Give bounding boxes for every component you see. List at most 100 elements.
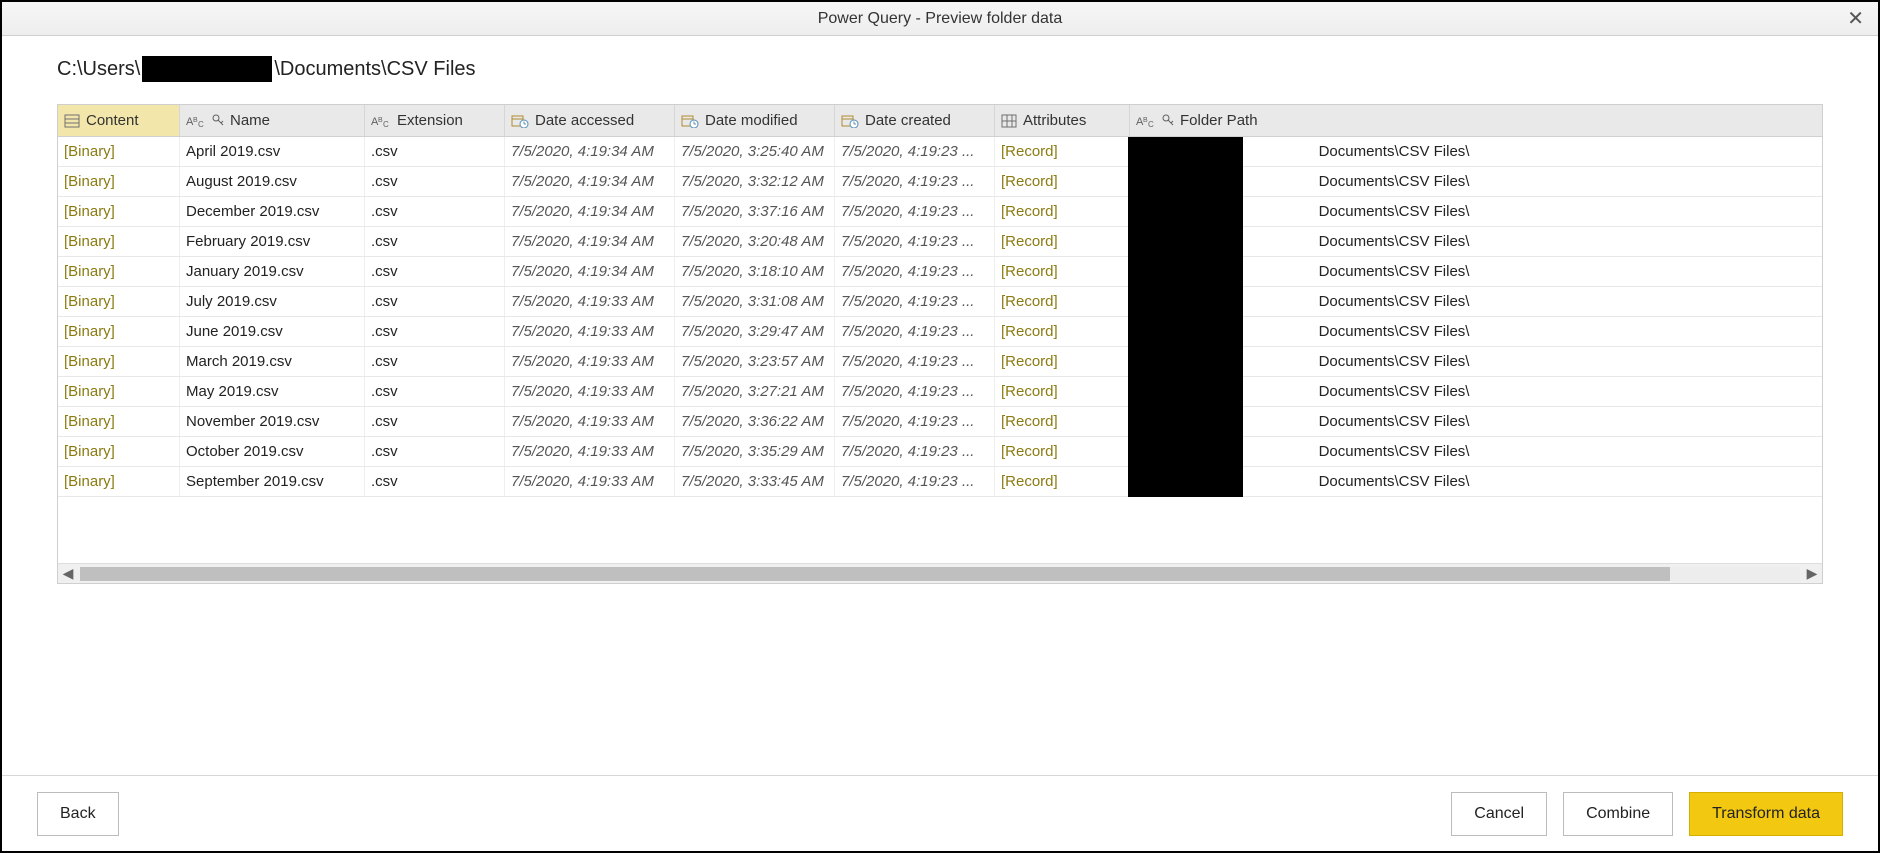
cell-content[interactable]: [Binary]: [58, 347, 180, 376]
cell-extension: .csv: [365, 317, 505, 346]
scroll-left-icon[interactable]: ◀: [58, 565, 78, 582]
key-icon: [212, 114, 224, 128]
combine-button-label: Combine: [1586, 805, 1650, 823]
table-row[interactable]: [Binary]October 2019.csv.csv7/5/2020, 4:…: [58, 437, 1822, 467]
cell-date-modified: 7/5/2020, 3:18:10 AM: [675, 257, 835, 286]
cell-date-created: 7/5/2020, 4:19:23 ...: [835, 227, 995, 256]
table-row[interactable]: [Binary]February 2019.csv.csv7/5/2020, 4…: [58, 227, 1822, 257]
back-button[interactable]: Back: [37, 792, 119, 836]
cell-attributes[interactable]: [Record]: [995, 197, 1130, 226]
column-header-label: Date created: [865, 112, 951, 129]
table-row[interactable]: [Binary]June 2019.csv.csv 7/5/2020, 4:19:…: [58, 317, 1822, 347]
column-header-label: Date accessed: [535, 112, 634, 129]
cell-name: April 2019.csv: [180, 137, 365, 166]
cell-content[interactable]: [Binary]: [58, 287, 180, 316]
table-body: [Binary]April 2019.csv.csv7/5/2020, 4:19…: [58, 137, 1822, 563]
cancel-button-label: Cancel: [1474, 805, 1524, 823]
column-header-date-accessed[interactable]: Date accessed: [505, 105, 675, 136]
close-icon[interactable]: ✕: [1843, 6, 1868, 31]
scrollbar-track[interactable]: [80, 567, 1800, 581]
cell-date-accessed: 7/5/2020, 4:19:33 AM: [505, 347, 675, 376]
table-row[interactable]: [Binary]July 2019.csv.csv7/5/2020, 4:19:…: [58, 287, 1822, 317]
path-suffix: \Documents\CSV Files: [274, 58, 475, 81]
cell-content[interactable]: [Binary]: [58, 257, 180, 286]
record-type-icon: [1001, 114, 1017, 128]
cell-attributes[interactable]: [Record]: [995, 467, 1130, 496]
cell-content[interactable]: [Binary]: [58, 437, 180, 466]
cell-date-modified: 7/5/2020, 3:23:57 AM: [675, 347, 835, 376]
cell-date-accessed: 7/5/2020, 4:19:34 AM: [505, 227, 675, 256]
cancel-button[interactable]: Cancel: [1451, 792, 1547, 836]
cell-content[interactable]: [Binary]: [58, 467, 180, 496]
cell-attributes[interactable]: [Record]: [995, 407, 1130, 436]
table-row[interactable]: [Binary]March 2019.csv.csv7/5/2020, 4:19…: [58, 347, 1822, 377]
dialog-window: Power Query - Preview folder data ✕ C:\U…: [0, 0, 1880, 853]
cell-name: June 2019.csv: [180, 317, 365, 346]
table-row[interactable]: [Binary]January 2019.csv.csv7/5/2020, 4:…: [58, 257, 1822, 287]
cell-attributes[interactable]: [Record]: [995, 287, 1130, 316]
cell-date-accessed: 7/5/2020, 4:19:33 AM: [505, 287, 675, 316]
table-row[interactable]: [Binary]April 2019.csv.csv7/5/2020, 4:19…: [58, 137, 1822, 167]
column-header-folder-path[interactable]: ABC Folder Path: [1130, 105, 1500, 136]
column-header-attributes[interactable]: Attributes: [995, 105, 1130, 136]
table-row[interactable]: [Binary]August 2019.csv.csv7/5/2020, 4:1…: [58, 167, 1822, 197]
cell-date-created: 7/5/2020, 4:19:23 ...: [835, 347, 995, 376]
cell-extension: .csv: [365, 167, 505, 196]
cell-extension: .csv: [365, 407, 505, 436]
table-row[interactable]: [Binary]September 2019.csv.csv7/5/2020, …: [58, 467, 1822, 497]
datetime-icon: [681, 114, 699, 128]
transform-data-button[interactable]: Transform data: [1689, 792, 1843, 836]
cell-name: February 2019.csv: [180, 227, 365, 256]
cell-date-modified: 7/5/2020, 3:29:47 AM: [675, 317, 835, 346]
cell-extension: .csv: [365, 347, 505, 376]
cell-content[interactable]: [Binary]: [58, 227, 180, 256]
table-row[interactable]: [Binary]November 2019.csv.csv 7/5/2020, 4…: [58, 407, 1822, 437]
cell-extension: .csv: [365, 467, 505, 496]
table-row[interactable]: [Binary]May 2019.csv.csv7/5/2020, 4:19:3…: [58, 377, 1822, 407]
cell-date-accessed: 7/5/2020, 4:19:33 AM: [505, 467, 675, 496]
column-header-date-created[interactable]: Date created: [835, 105, 995, 136]
redacted-folder-username: [1128, 137, 1243, 497]
cell-attributes[interactable]: [Record]: [995, 167, 1130, 196]
combine-button[interactable]: Combine: [1563, 792, 1673, 836]
cell-content[interactable]: [Binary]: [58, 137, 180, 166]
data-table: Content ABC Name ABC Extension: [57, 104, 1823, 584]
column-header-content[interactable]: Content: [58, 105, 180, 136]
column-header-date-modified[interactable]: Date modified: [675, 105, 835, 136]
cell-date-created: 7/5/2020, 4:19:23 ...: [835, 317, 995, 346]
column-header-name[interactable]: ABC Name: [180, 105, 365, 136]
cell-attributes[interactable]: [Record]: [995, 227, 1130, 256]
cell-content[interactable]: [Binary]: [58, 377, 180, 406]
cell-name: August 2019.csv: [180, 167, 365, 196]
cell-attributes[interactable]: [Record]: [995, 347, 1130, 376]
svg-text:C: C: [1148, 120, 1154, 128]
cell-date-created: 7/5/2020, 4:19:23 ...: [835, 377, 995, 406]
cell-attributes[interactable]: [Record]: [995, 377, 1130, 406]
folder-path: C:\Users\ \Documents\CSV Files: [57, 56, 1823, 82]
cell-name: November 2019.csv: [180, 407, 365, 436]
binary-icon: [64, 114, 80, 128]
column-header-label: Extension: [397, 112, 463, 129]
column-header-extension[interactable]: ABC Extension: [365, 105, 505, 136]
cell-date-created: 7/5/2020, 4:19:23 ...: [835, 287, 995, 316]
cell-content[interactable]: [Binary]: [58, 317, 180, 346]
key-icon: [1162, 114, 1174, 128]
cell-content[interactable]: [Binary]: [58, 407, 180, 436]
horizontal-scrollbar[interactable]: ◀ ▶: [58, 563, 1822, 583]
cell-attributes[interactable]: [Record]: [995, 137, 1130, 166]
cell-content[interactable]: [Binary]: [58, 197, 180, 226]
dialog-footer: Back Cancel Combine Transform data: [2, 775, 1878, 851]
cell-content[interactable]: [Binary]: [58, 167, 180, 196]
svg-text:C: C: [198, 120, 204, 128]
cell-date-created: 7/5/2020, 4:19:23 ...: [835, 257, 995, 286]
cell-date-accessed: 7/5/2020, 4:19:33 AM: [505, 437, 675, 466]
column-header-label: Attributes: [1023, 112, 1086, 129]
cell-attributes[interactable]: [Record]: [995, 437, 1130, 466]
table-row[interactable]: [Binary]December 2019.csv.csv7/5/2020, 4…: [58, 197, 1822, 227]
datetime-icon: [511, 114, 529, 128]
scroll-right-icon[interactable]: ▶: [1802, 565, 1822, 582]
transform-data-button-label: Transform data: [1712, 805, 1820, 823]
cell-attributes[interactable]: [Record]: [995, 257, 1130, 286]
cell-date-created: 7/5/2020, 4:19:23 ...: [835, 407, 995, 436]
cell-attributes[interactable]: [Record]: [995, 317, 1130, 346]
